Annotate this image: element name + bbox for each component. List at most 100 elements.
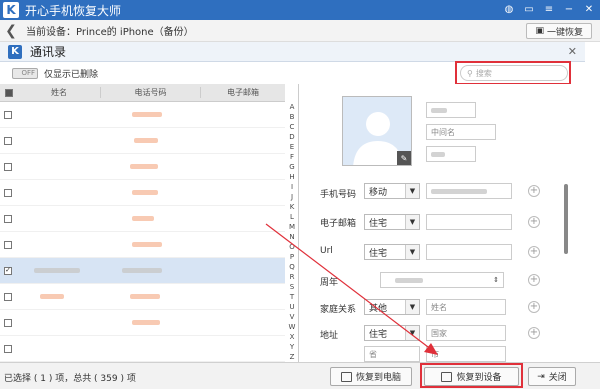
middle-name-field[interactable]: 中间名	[426, 124, 496, 140]
alphabet-index-letter[interactable]: D	[289, 132, 294, 142]
alphabet-index-letter[interactable]: X	[290, 332, 295, 342]
col-email-header[interactable]: 电子邮箱	[200, 87, 285, 98]
alphabet-index-letter[interactable]: W	[289, 322, 296, 332]
window-controls: ◍ ▭ ≡ − ✕	[502, 2, 596, 16]
row-checkbox[interactable]	[4, 344, 12, 353]
alphabet-index-letter[interactable]: G	[289, 162, 294, 172]
col-phone-header[interactable]: 电话号码	[100, 87, 200, 98]
add-email-icon[interactable]: +	[528, 216, 540, 228]
dialog-header: K 通讯录 ✕	[0, 42, 585, 62]
alphabet-index-letter[interactable]: E	[290, 142, 294, 152]
alphabet-index-letter[interactable]: R	[290, 272, 295, 282]
add-address-icon[interactable]: +	[528, 327, 540, 339]
row-checkbox-checked[interactable]: ✓	[4, 266, 12, 275]
table-row[interactable]	[0, 128, 285, 154]
address-label: 地址	[320, 331, 339, 341]
restore-to-pc-button[interactable]: 恢复到电脑	[330, 367, 412, 386]
table-row-selected[interactable]: ✓	[0, 258, 285, 284]
add-anniversary-icon[interactable]: +	[528, 274, 540, 286]
alphabet-index-letter[interactable]: U	[289, 302, 294, 312]
alphabet-index-letter[interactable]: N	[289, 232, 294, 242]
anniversary-date-field[interactable]: ⇕	[380, 272, 504, 288]
close-button[interactable]: ⇥ 关闭	[528, 367, 576, 386]
alphabet-index-letter[interactable]: A	[290, 102, 295, 112]
comment-icon[interactable]: ▭	[522, 2, 536, 16]
back-button[interactable]: ❮	[0, 20, 22, 42]
last-name-field[interactable]	[426, 146, 476, 162]
redacted-phone	[134, 138, 158, 143]
alphabet-index-letter[interactable]: K	[290, 202, 295, 212]
col-name-header[interactable]: 姓名	[18, 87, 100, 98]
alphabet-index-letter[interactable]: B	[290, 112, 295, 122]
alphabet-index-letter[interactable]: L	[290, 212, 294, 222]
city-field[interactable]: 市	[426, 346, 506, 362]
table-row[interactable]	[0, 232, 285, 258]
table-row[interactable]	[0, 310, 285, 336]
alphabet-index-letter[interactable]: T	[290, 292, 294, 302]
phone-type-select[interactable]: 移动 ▼	[364, 183, 420, 199]
select-all-cell	[0, 88, 18, 97]
add-relation-icon[interactable]: +	[528, 301, 540, 313]
wechat-icon[interactable]: ◍	[502, 2, 516, 16]
email-type-select[interactable]: 住宅 ▼	[364, 214, 420, 230]
alphabet-index-letter[interactable]: M	[289, 222, 295, 232]
alphabet-index-letter[interactable]: S	[290, 282, 294, 292]
menu-icon[interactable]: ≡	[542, 2, 556, 16]
table-row[interactable]	[0, 206, 285, 232]
select-all-checkbox[interactable]	[5, 88, 13, 97]
country-field[interactable]: 国家	[426, 325, 506, 341]
relation-type-select[interactable]: 其他 ▼	[364, 299, 420, 315]
row-checkbox[interactable]	[4, 110, 12, 119]
app-title: 开心手机恢复大师	[25, 3, 122, 18]
table-row[interactable]	[0, 102, 285, 128]
alphabet-index-letter[interactable]: Z	[290, 352, 295, 362]
relation-label: 家庭关系	[320, 305, 357, 315]
computer-icon	[340, 371, 352, 382]
alphabet-index-letter[interactable]: H	[289, 172, 294, 182]
alphabet-index-letter[interactable]: P	[290, 252, 294, 262]
alphabet-index-letter[interactable]: Q	[289, 262, 295, 272]
search-highlight-box	[455, 61, 571, 85]
alphabet-index-letter[interactable]: O	[289, 242, 295, 252]
close-icon[interactable]: ✕	[582, 2, 596, 16]
row-checkbox[interactable]	[4, 240, 12, 249]
alphabet-index-letter[interactable]: C	[290, 122, 295, 132]
alphabet-index-letter[interactable]: J	[291, 192, 293, 202]
alphabet-index-letter[interactable]: V	[290, 312, 295, 322]
phone-number-field[interactable]	[426, 183, 512, 199]
table-row[interactable]	[0, 284, 285, 310]
deleted-only-toggle[interactable]: OFF	[12, 67, 38, 79]
dialog-close-icon[interactable]: ✕	[568, 45, 577, 58]
row-checkbox[interactable]	[4, 162, 12, 171]
dialog-logo: K	[8, 44, 22, 59]
first-name-field[interactable]	[426, 102, 476, 118]
contact-avatar[interactable]: ✎	[342, 96, 412, 166]
table-row[interactable]	[0, 154, 285, 180]
email-field[interactable]	[426, 214, 512, 230]
url-field[interactable]	[426, 244, 512, 260]
redacted-name	[34, 268, 80, 273]
minimize-icon[interactable]: −	[562, 2, 576, 16]
add-url-icon[interactable]: +	[528, 246, 540, 258]
province-field[interactable]: 省	[364, 346, 420, 362]
oneclick-restore-button[interactable]: ▣ 一键恢复	[526, 23, 592, 39]
address-type-select[interactable]: 住宅 ▼	[364, 325, 420, 341]
alphabet-index-letter[interactable]: F	[290, 152, 294, 162]
row-checkbox[interactable]	[4, 136, 12, 145]
add-phone-icon[interactable]: +	[528, 185, 540, 197]
detail-scrollbar[interactable]	[564, 184, 568, 254]
edit-pencil-icon[interactable]: ✎	[397, 151, 411, 165]
row-checkbox[interactable]	[4, 214, 12, 223]
date-spinner-icon[interactable]: ⇕	[493, 276, 499, 284]
relation-name-field[interactable]: 姓名	[426, 299, 506, 315]
table-row[interactable]	[0, 180, 285, 206]
row-checkbox[interactable]	[4, 318, 12, 327]
url-type-select[interactable]: 住宅 ▼	[364, 244, 420, 260]
row-checkbox[interactable]	[4, 292, 12, 301]
alphabet-index-letter[interactable]: Y	[290, 342, 294, 352]
chevron-down-icon: ▼	[405, 215, 419, 229]
redacted-last-name	[431, 151, 445, 157]
alphabet-index-letter[interactable]: I	[291, 182, 293, 192]
row-checkbox[interactable]	[4, 188, 12, 197]
table-row[interactable]	[0, 336, 285, 362]
